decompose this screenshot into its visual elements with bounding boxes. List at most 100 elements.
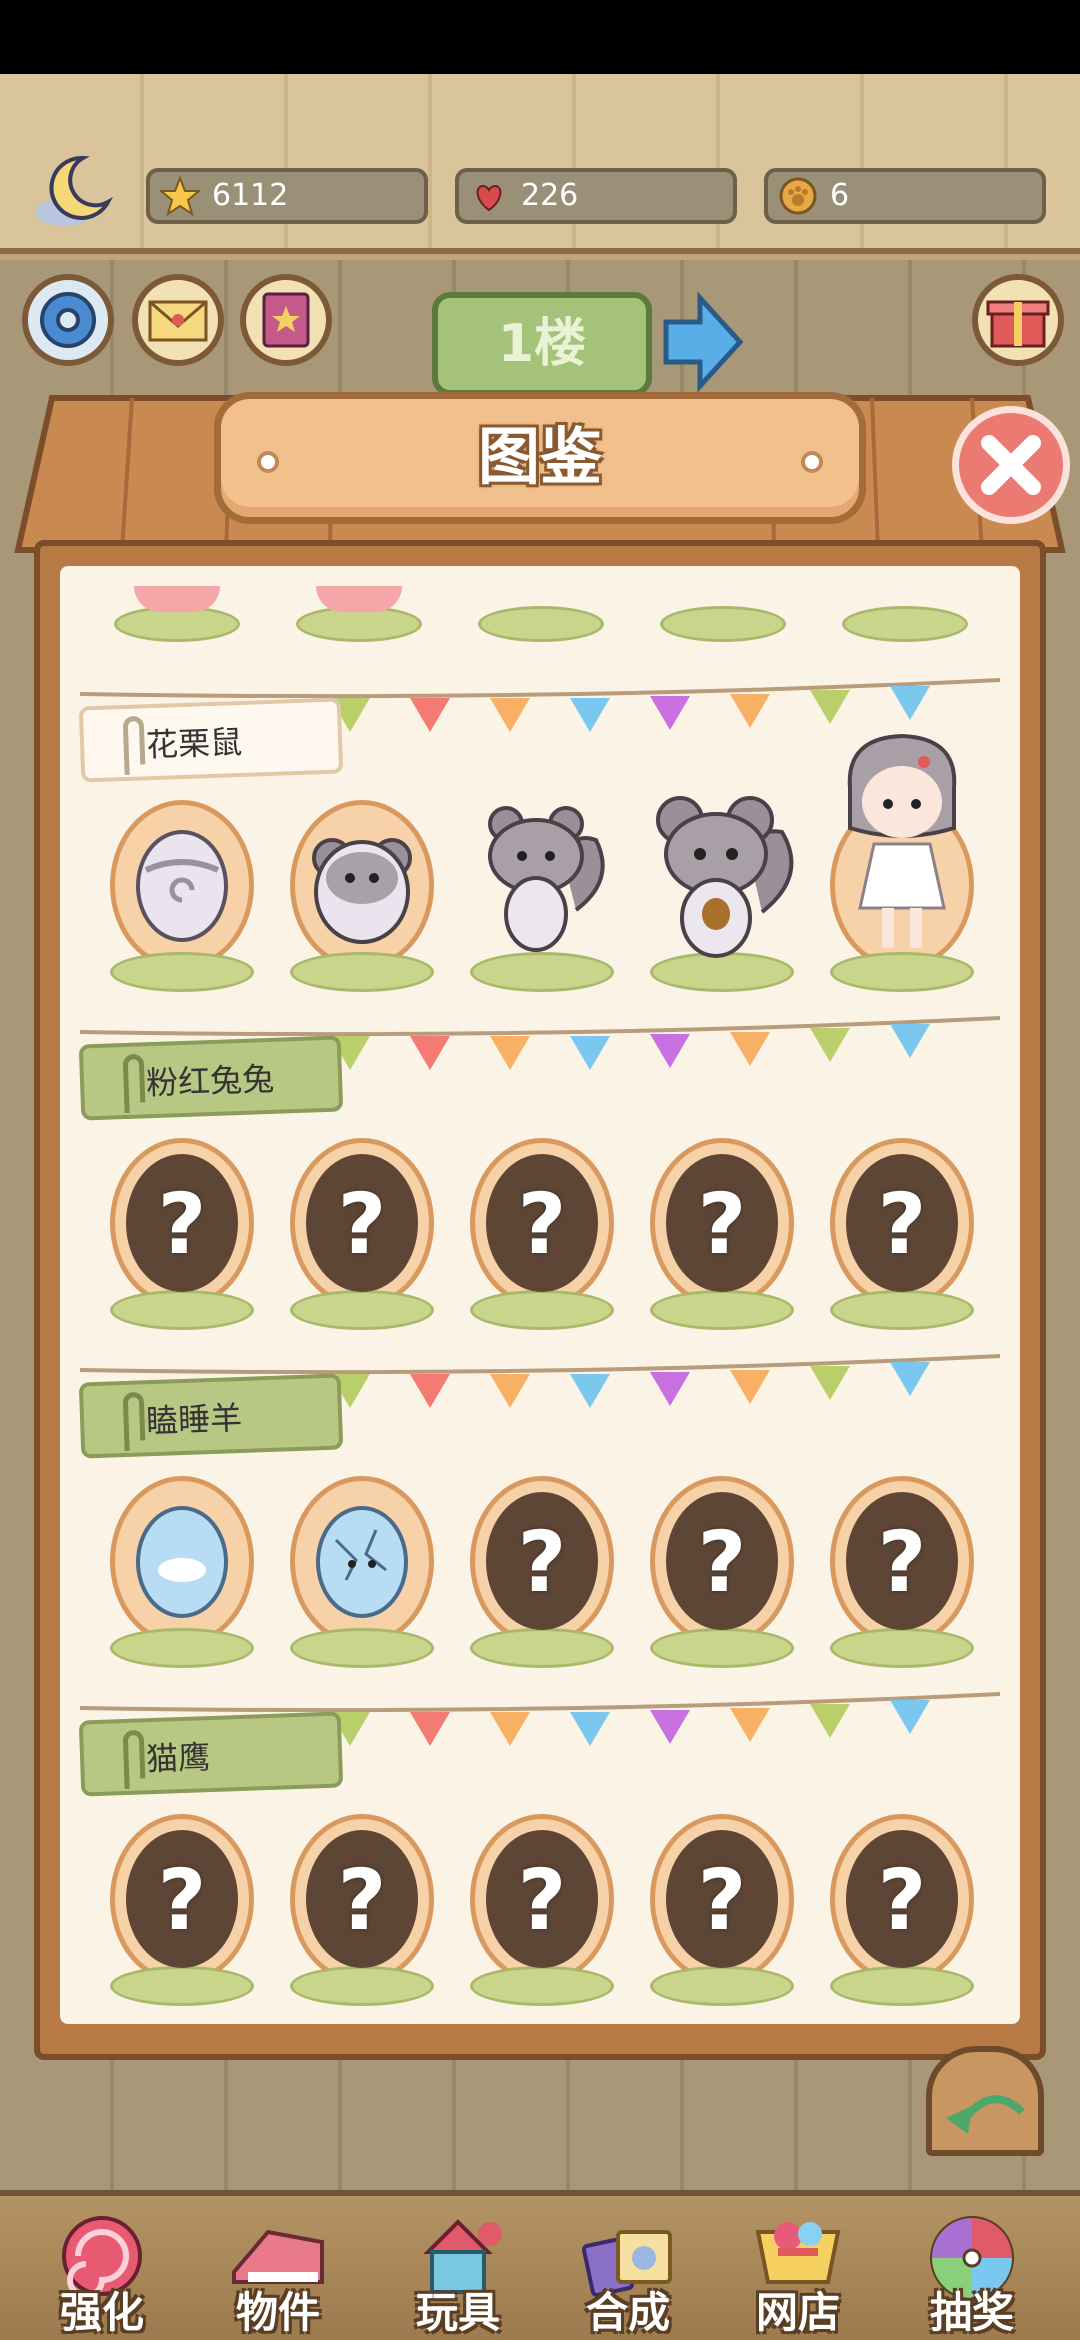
question-mark-icon: ? xyxy=(877,1851,927,1949)
category-cat-owl: 猫鹰 ? ? ? ? ? xyxy=(60,1688,1020,2024)
paperclip-icon xyxy=(122,716,146,776)
chipmunk-egg-icon xyxy=(136,830,228,942)
coins-value: 6 xyxy=(830,178,850,213)
nav-toys[interactable]: 玩具 xyxy=(378,2212,538,2340)
question-mark-icon: ? xyxy=(697,1513,747,1611)
slot-egg[interactable] xyxy=(102,790,262,1000)
mail-button[interactable] xyxy=(132,274,224,366)
status-bar xyxy=(0,0,1080,74)
slot-row: ? ? ? xyxy=(60,1466,1020,1686)
floor-label: 1楼 xyxy=(497,314,587,374)
hearts-value: 226 xyxy=(521,178,579,213)
slot-locked[interactable]: ? xyxy=(282,1128,442,1338)
slot-locked[interactable]: ? xyxy=(642,1128,802,1338)
category-pink-bunny: 粉红兔兔 ? ? ? ? ? xyxy=(60,1012,1020,1350)
nav-label: 网店 xyxy=(755,2288,840,2337)
slot-row: ? ? ? ? ? xyxy=(60,1804,1020,2024)
category-name: 粉红兔兔 xyxy=(145,1059,275,1103)
chipmunk-girl-icon xyxy=(847,733,957,948)
nav-enhance[interactable]: 强化 xyxy=(22,2212,182,2340)
floor-sign: 1楼 xyxy=(432,292,652,396)
bottom-nav: 强化 物件 玩具 合成 网店 抽奖 xyxy=(0,2190,1080,2340)
question-mark-icon: ? xyxy=(517,1175,567,1273)
nav-shop[interactable]: 网店 xyxy=(718,2212,878,2340)
next-floor-arrow-icon[interactable] xyxy=(660,292,744,392)
chipmunk-icon xyxy=(488,806,605,952)
stars-counter: 6112 xyxy=(146,168,428,224)
envelope-icon xyxy=(148,300,208,342)
slot-egg[interactable] xyxy=(102,1466,262,1676)
question-mark-icon: ? xyxy=(697,1851,747,1949)
question-mark-icon: ? xyxy=(517,1851,567,1949)
panel-title: 图鉴 xyxy=(477,420,602,493)
question-mark-icon: ? xyxy=(697,1175,747,1273)
slot-locked[interactable]: ? xyxy=(822,1466,982,1676)
question-mark-icon: ? xyxy=(877,1513,927,1611)
slot-locked[interactable]: ? xyxy=(102,1128,262,1338)
slot-row: ? ? ? ? ? xyxy=(60,1128,1020,1348)
slot-locked[interactable]: ? xyxy=(102,1804,262,2014)
slot-chipmunk[interactable] xyxy=(462,790,622,1000)
paperclip-icon xyxy=(122,1730,146,1790)
question-mark-icon: ? xyxy=(877,1175,927,1273)
slot-chipmunk-acorn[interactable] xyxy=(642,790,802,1000)
slot-chipmunk-girl[interactable] xyxy=(822,733,982,1000)
slot-row xyxy=(60,733,1020,1010)
handbook-button[interactable] xyxy=(240,274,332,366)
stars-value: 6112 xyxy=(212,178,289,213)
gift-box-icon xyxy=(986,300,1050,348)
handbook-content[interactable]: 花栗鼠 粉红兔兔 ? ? ? ? ? 瞌睡羊 ? ? ? 猫鹰 ? ? ? ? … xyxy=(60,566,1020,2024)
moon-icon[interactable] xyxy=(28,152,118,232)
paw-coin-icon xyxy=(779,177,817,215)
question-mark-icon: ? xyxy=(157,1175,207,1273)
category-label-tag: 花栗鼠 xyxy=(78,697,344,783)
slot-locked[interactable]: ? xyxy=(822,1128,982,1338)
slot-locked[interactable]: ? xyxy=(642,1804,802,2014)
slot-locked[interactable]: ? xyxy=(822,1804,982,2014)
category-label-tag: 瞌睡羊 xyxy=(78,1373,344,1459)
sheep-egg-icon xyxy=(136,1506,228,1618)
category-name: 猫鹰 xyxy=(145,1738,211,1779)
nav-lottery[interactable]: 抽奖 xyxy=(892,2212,1052,2340)
chipmunk-acorn-icon xyxy=(656,796,794,958)
category-name: 瞌睡羊 xyxy=(145,1398,243,1441)
question-mark-icon: ? xyxy=(517,1513,567,1611)
question-mark-icon: ? xyxy=(337,1851,387,1949)
slot-locked[interactable]: ? xyxy=(282,1804,442,2014)
category-name: 花栗鼠 xyxy=(145,722,243,765)
exit-door[interactable] xyxy=(926,2046,1044,2156)
category-chipmunk: 花栗鼠 xyxy=(60,674,1020,1012)
slot-locked[interactable]: ? xyxy=(642,1466,802,1676)
book-icon xyxy=(262,292,310,348)
slot-locked[interactable]: ? xyxy=(462,1466,622,1676)
nav-label: 物件 xyxy=(235,2288,320,2337)
question-mark-icon: ? xyxy=(157,1851,207,1949)
nav-craft[interactable]: 合成 xyxy=(548,2212,708,2340)
return-arrow-icon xyxy=(946,2095,1025,2134)
slot-locked[interactable]: ? xyxy=(462,1128,622,1338)
question-mark-icon: ? xyxy=(337,1175,387,1273)
category-label-tag: 猫鹰 xyxy=(78,1711,344,1797)
slot-hatching[interactable] xyxy=(282,790,442,1000)
winged-heart-icon xyxy=(476,184,502,212)
nav-items[interactable]: 物件 xyxy=(198,2212,358,2340)
close-icon xyxy=(981,435,1041,495)
slot-hatching[interactable] xyxy=(282,1466,442,1676)
nav-label: 玩具 xyxy=(415,2288,500,2337)
gift-button[interactable] xyxy=(972,274,1064,366)
hearts-counter: 226 xyxy=(455,168,737,224)
nav-label: 合成 xyxy=(585,2288,670,2337)
slot-locked[interactable]: ? xyxy=(462,1804,622,2014)
category-sleepy-sheep: 瞌睡羊 ? ? ? xyxy=(60,1350,1020,1688)
star-icon xyxy=(160,176,200,216)
chipmunk-hatching-icon xyxy=(312,838,412,944)
sheep-hatching-icon xyxy=(316,1506,408,1618)
panel-title-plank: 图鉴 xyxy=(214,392,866,524)
nav-label: 抽奖 xyxy=(929,2288,1014,2337)
paperclip-icon xyxy=(122,1054,146,1114)
previous-row-partial xyxy=(60,566,1020,650)
paperclip-icon xyxy=(122,1392,146,1452)
settings-button[interactable] xyxy=(22,274,114,366)
coins-counter: 6 xyxy=(764,168,1046,224)
close-button[interactable] xyxy=(952,406,1070,524)
